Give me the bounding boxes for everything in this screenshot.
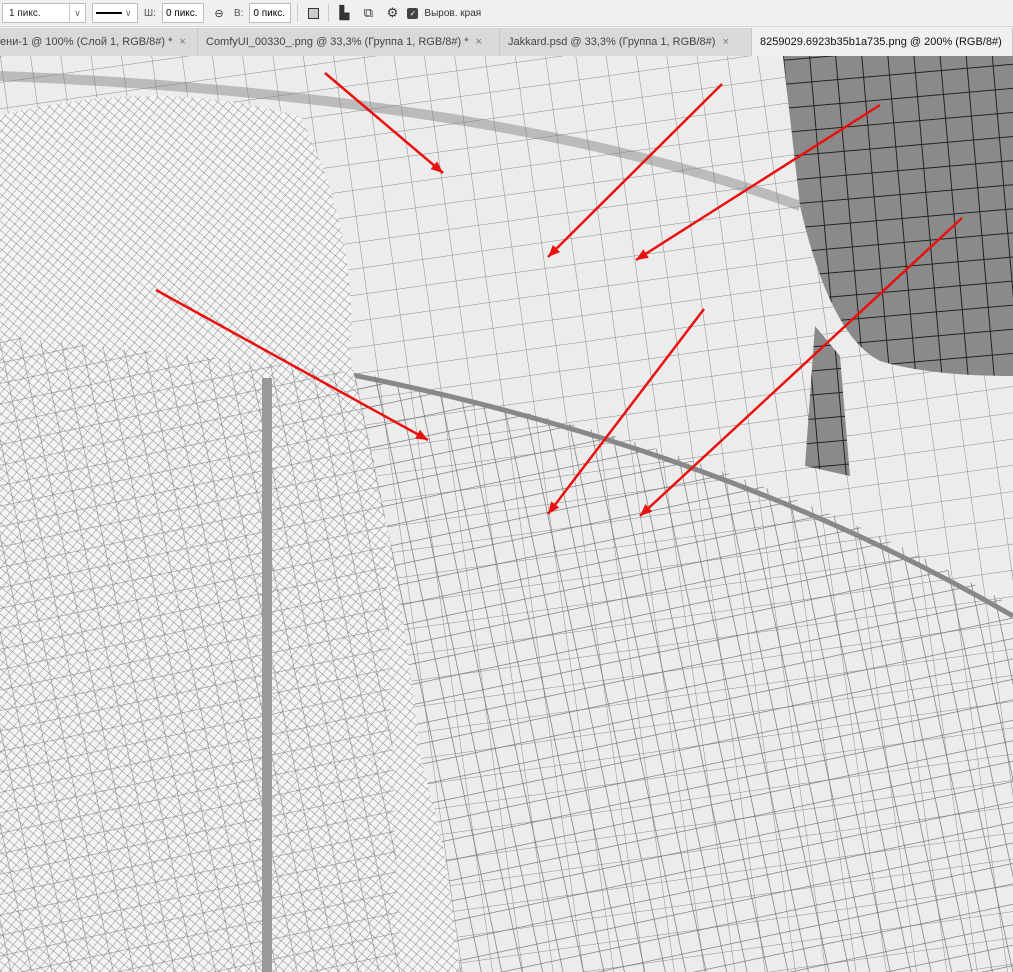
close-icon[interactable]: × (475, 36, 481, 48)
options-bar: 1 пикс. ∨ ∨ Ш: ⊖ В: ▙ ⧉ ⚙ ✓ Выров. края (0, 0, 1013, 27)
pillow-strap (262, 378, 272, 972)
chevron-down-icon: ∨ (69, 4, 85, 22)
gear-icon[interactable]: ⚙ (383, 4, 401, 22)
close-icon[interactable]: × (722, 36, 728, 48)
divider (328, 4, 330, 22)
document-tabs: ени-1 @ 100% (Слой 1, RGB/8#) * × ComfyUI… (0, 28, 1013, 56)
tab-document-2[interactable]: ComfyUI_00330_.png @ 33,3% (Группа 1, RG… (198, 28, 500, 56)
stroke-type-select[interactable]: ∨ (92, 3, 138, 23)
height-input[interactable] (249, 3, 292, 23)
tab-document-3[interactable]: Jakkard.psd @ 33,3% (Группа 1, RGB/8#) × (500, 28, 752, 56)
align-edges-checkbox[interactable]: ✓ (407, 7, 419, 19)
wireframe-image (0, 56, 1013, 972)
align-edges-label: Выров. края (424, 7, 482, 19)
tab-document-1[interactable]: ени-1 @ 100% (Слой 1, RGB/8#) * × (0, 28, 198, 56)
fringe-mesh (0, 336, 400, 972)
tab-label: 8259029.6923b35b1a735.png @ 200% (RGB/8#… (760, 36, 1002, 48)
divider (297, 4, 299, 22)
tab-label: Jakkard.psd @ 33,3% (Группа 1, RGB/8#) (508, 36, 716, 48)
stroke-width-select[interactable]: 1 пикс. ∨ (2, 3, 86, 23)
document-canvas[interactable] (0, 56, 1013, 972)
chevron-down-icon: ∨ (125, 7, 132, 18)
stroke-line-icon (96, 12, 122, 14)
stroke-width-value: 1 пикс. (9, 7, 41, 19)
width-label: Ш: (144, 7, 156, 19)
close-icon[interactable]: × (179, 36, 185, 48)
path-operations-icon[interactable] (304, 4, 322, 22)
width-input[interactable] (161, 3, 204, 23)
height-label: В: (233, 7, 244, 19)
link-icon[interactable]: ⊖ (210, 4, 228, 22)
path-alignment-icon[interactable]: ▙ (335, 4, 353, 22)
path-arrangement-icon[interactable]: ⧉ (359, 4, 377, 22)
tab-label: ени-1 @ 100% (Слой 1, RGB/8#) * (0, 36, 173, 48)
tab-label: ComfyUI_00330_.png @ 33,3% (Группа 1, RG… (206, 36, 469, 48)
tab-document-4[interactable]: 8259029.6923b35b1a735.png @ 200% (RGB/8#… (752, 28, 1013, 56)
